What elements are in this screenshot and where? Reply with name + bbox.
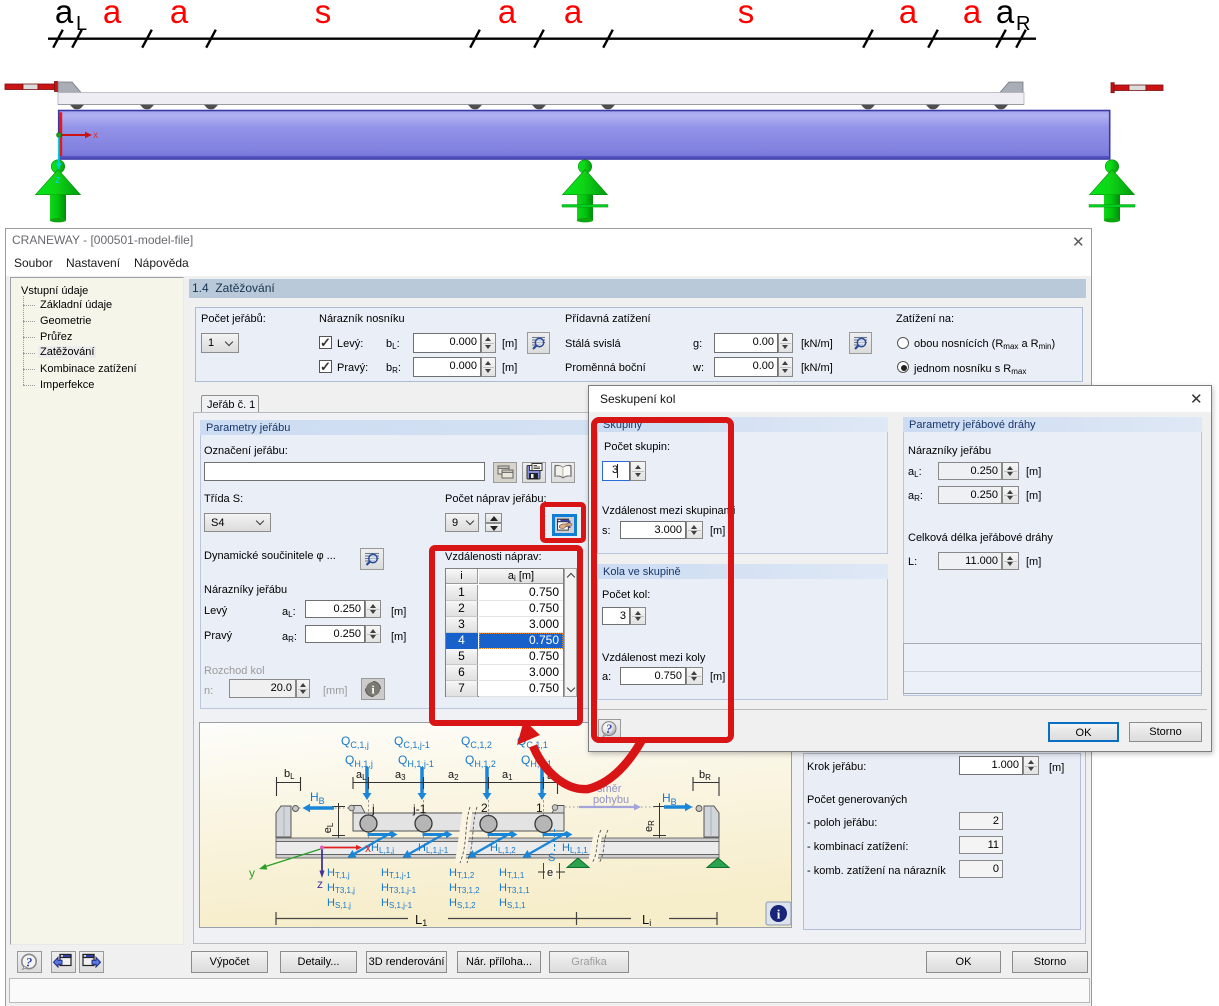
svg-text:e: e: [547, 867, 553, 879]
svg-text:S: S: [548, 852, 555, 864]
svg-text:s: s: [315, 0, 332, 30]
svg-text:a: a: [498, 0, 517, 30]
svg-text:a: a: [899, 0, 918, 30]
svg-text:s: s: [738, 0, 755, 30]
svg-text:2: 2: [481, 801, 488, 815]
svg-text:z: z: [55, 174, 61, 186]
svg-text:z: z: [317, 877, 323, 891]
svg-text:?: ?: [26, 955, 33, 970]
svg-text:L: L: [76, 13, 87, 35]
svg-text:j: j: [371, 802, 375, 816]
svg-text:a: a: [170, 0, 189, 30]
svg-text:y: y: [249, 866, 255, 880]
svg-text:a: a: [996, 0, 1015, 30]
svg-text:R: R: [1016, 13, 1030, 35]
svg-text:i: i: [777, 907, 781, 922]
svg-text:j-1: j-1: [412, 802, 427, 816]
svg-text:a: a: [564, 0, 583, 30]
svg-text:a: a: [103, 0, 122, 30]
svg-text:a: a: [963, 0, 982, 30]
svg-text:x: x: [93, 130, 98, 141]
svg-text:x: x: [365, 841, 371, 855]
svg-text:a: a: [55, 0, 74, 30]
